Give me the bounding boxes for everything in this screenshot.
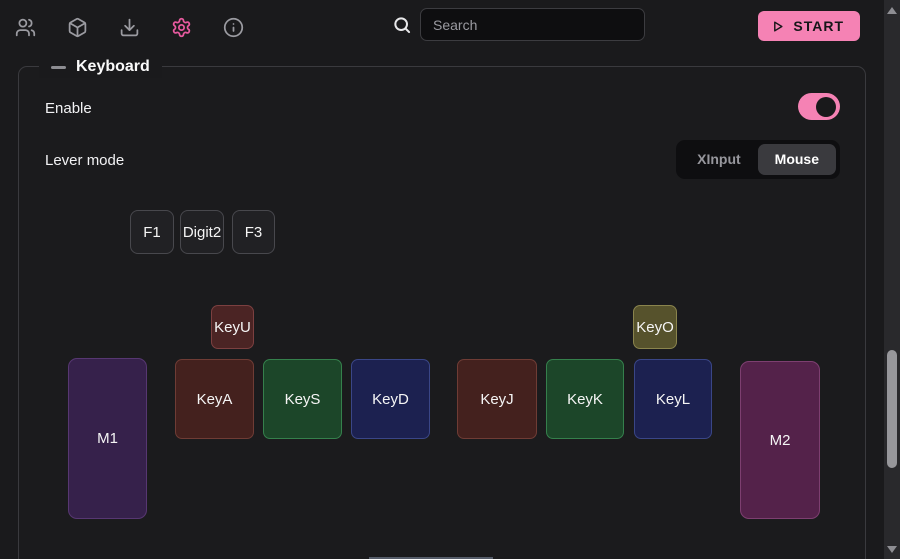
nav-users-button[interactable] xyxy=(9,7,41,47)
nav-settings-button[interactable] xyxy=(165,7,197,47)
search-icon xyxy=(392,15,412,35)
key-button[interactable]: KeyK xyxy=(546,359,624,439)
nav-download-button[interactable] xyxy=(113,7,145,47)
key-button[interactable]: Digit2 xyxy=(180,210,224,254)
main-nav xyxy=(9,7,249,47)
start-button[interactable]: START xyxy=(758,11,860,41)
scroll-up-button[interactable] xyxy=(884,2,900,18)
topbar: START xyxy=(0,0,884,54)
key-button[interactable]: F1 xyxy=(130,210,174,254)
key-button[interactable]: F3 xyxy=(232,210,275,254)
key-button[interactable]: KeyD xyxy=(351,359,430,439)
play-icon xyxy=(771,20,784,33)
nav-package-button[interactable] xyxy=(61,7,93,47)
search-input[interactable] xyxy=(420,8,645,41)
key-button[interactable]: M1 xyxy=(68,358,147,519)
start-button-label: START xyxy=(793,18,844,34)
key-area: F1Digit2F3 KeyU KeyO M1 KeyAKeySKeyD KeyJKeyK… xyxy=(19,67,865,559)
key-button[interactable]: KeyL xyxy=(634,359,712,439)
arrow-up-icon xyxy=(887,7,897,14)
keyboard-panel: Keyboard Enable Lever mode XInput Mouse … xyxy=(18,66,866,559)
package-icon xyxy=(67,17,88,38)
users-icon xyxy=(15,17,36,38)
info-icon xyxy=(223,17,244,38)
key-button[interactable]: KeyJ xyxy=(457,359,537,439)
key-button[interactable]: KeyO xyxy=(633,305,677,349)
arrow-down-icon xyxy=(887,546,897,553)
scroll-down-button[interactable] xyxy=(884,541,900,557)
key-button[interactable]: KeyU xyxy=(211,305,254,349)
download-icon xyxy=(119,17,140,38)
settings-icon xyxy=(171,17,192,38)
scrollbar[interactable] xyxy=(884,0,900,559)
key-button[interactable]: KeyS xyxy=(263,359,342,439)
key-button[interactable]: KeyA xyxy=(175,359,254,439)
nav-info-button[interactable] xyxy=(217,7,249,47)
scroll-thumb[interactable] xyxy=(887,350,897,468)
key-button[interactable]: M2 xyxy=(740,361,820,519)
